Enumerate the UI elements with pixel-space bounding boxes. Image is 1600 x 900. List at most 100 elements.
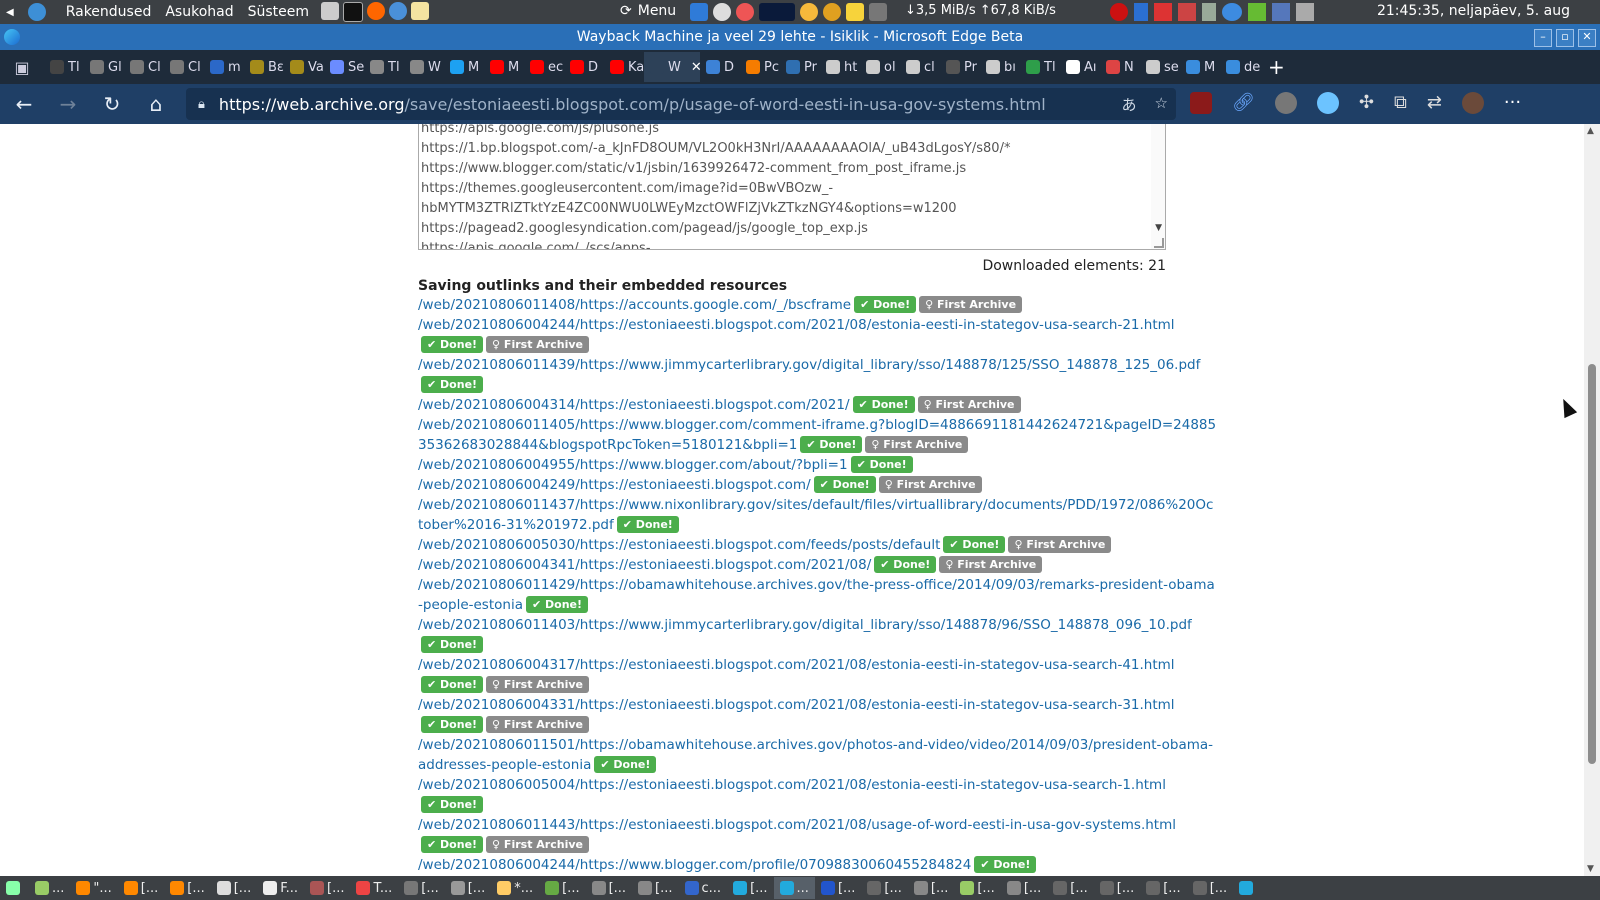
home-button[interactable]: ⌂ [136, 84, 176, 124]
notes-icon[interactable] [846, 3, 864, 21]
taskbar-item[interactable]: [... [727, 877, 773, 899]
qbittorrent-icon[interactable] [1222, 3, 1242, 21]
taskbar-item[interactable]: ... [29, 877, 70, 899]
browser-tab[interactable]: Pr [940, 52, 980, 82]
browser-tab[interactable]: Cl [124, 52, 164, 82]
page-scrollbar[interactable]: ▲ ▼ [1584, 124, 1600, 876]
taskbar-item[interactable] [0, 877, 29, 899]
browser-tab[interactable]: Gl [84, 52, 124, 82]
browser-tab[interactable]: ec [524, 52, 564, 82]
browser-tab[interactable]: Pc [740, 52, 780, 82]
outlink-link[interactable]: /web/20210806011439/https://www.jimmycar… [418, 357, 1200, 373]
scroll-up-arrow-icon[interactable]: ▲ [1587, 126, 1594, 136]
outlink-link[interactable]: /web/20210806004244/https://estoniaeesti… [418, 317, 1175, 333]
system-monitor-icon[interactable] [759, 3, 795, 21]
extension-circle-icon[interactable] [1274, 92, 1297, 114]
firefox-icon[interactable] [367, 2, 386, 20]
clock-app-icon[interactable] [736, 3, 754, 21]
browser-tab[interactable]: Aı [1060, 52, 1100, 82]
menu-button[interactable]: ⟳ Menu [620, 3, 676, 19]
favorite-star-icon[interactable]: ☆ [1155, 94, 1168, 115]
browser-tab[interactable]: D [564, 52, 604, 82]
menu-places[interactable]: Asukohad [165, 4, 233, 20]
scroll-down-arrow-icon[interactable]: ▼ [1587, 864, 1594, 874]
left-arrow-icon[interactable]: ◀ [6, 7, 14, 18]
browser-tab[interactable]: ht [820, 52, 860, 82]
outlink-link[interactable]: /web/20210806004317/https://estoniaeesti… [418, 657, 1175, 673]
taskbar-item[interactable]: F... [257, 877, 304, 899]
browser-tab[interactable]: D [700, 52, 740, 82]
taskbar-item[interactable]: [... [539, 877, 585, 899]
record-icon[interactable] [1110, 3, 1128, 21]
taskbar-item[interactable]: [... [445, 877, 491, 899]
outlink-link[interactable]: /web/20210806011408/https://accounts.goo… [418, 297, 851, 313]
clock[interactable]: 21:45:35, neljapäev, 5. aug [1377, 3, 1570, 19]
chart-icon[interactable] [1272, 3, 1290, 21]
outlink-link[interactable]: /web/20210806011443/https://estoniaeesti… [418, 817, 1176, 833]
browser-tab[interactable]: de [1220, 52, 1260, 82]
avatar[interactable] [1461, 92, 1484, 114]
bluetooth-icon[interactable] [1134, 3, 1148, 21]
browser-tab[interactable]: ol [860, 52, 900, 82]
browser-tab[interactable]: Se [324, 52, 364, 82]
taskbar-item[interactable]: [... [586, 877, 632, 899]
search-icon[interactable] [823, 3, 841, 21]
taskbar-item[interactable]: [... [1001, 877, 1047, 899]
minimize-button[interactable]: – [1534, 29, 1552, 47]
weather-icon[interactable] [713, 3, 731, 21]
outlink-link[interactable]: /web/20210806005004/https://estoniaeesti… [418, 777, 1166, 793]
package-icon[interactable] [1154, 3, 1172, 21]
collections-icon[interactable]: ⧉ [1394, 92, 1407, 114]
new-tab-button[interactable]: + [1268, 55, 1285, 79]
browser-tab[interactable]: m [204, 52, 244, 82]
taskbar-item[interactable]: *... [491, 877, 539, 899]
distro-logo-icon[interactable] [27, 3, 46, 21]
taskbar-item[interactable]: [... [1140, 877, 1186, 899]
browser-tab[interactable]: M [444, 52, 484, 82]
taskbar-item[interactable]: [... [1187, 877, 1233, 899]
window-title-bar[interactable]: Wayback Machine ja veel 29 lehte - Isikl… [0, 24, 1600, 50]
browser-tab[interactable]: Va [284, 52, 324, 82]
browser-tab[interactable]: Cl [164, 52, 204, 82]
menu-applications[interactable]: Rakendused [66, 4, 152, 20]
read-aloud-icon[interactable]: あ [1122, 94, 1137, 115]
battery-icon[interactable] [1296, 3, 1314, 21]
taskbar-item[interactable]: [... [118, 877, 164, 899]
ublock-icon[interactable] [1190, 92, 1212, 114]
taskbar-item[interactable]: [... [398, 877, 444, 899]
outlink-link[interactable]: /web/20210806004331/https://estoniaeesti… [418, 697, 1175, 713]
scrollbar-thumb[interactable] [1588, 364, 1596, 764]
taskbar-item[interactable]: T... [350, 877, 398, 899]
textarea-scrollbar[interactable]: ▼ [1151, 124, 1165, 249]
taskbar-item[interactable]: ... [773, 877, 815, 899]
taskbar-item[interactable] [1233, 877, 1262, 899]
network-icon[interactable] [869, 3, 887, 21]
browser-tab[interactable]: Tl [1020, 52, 1060, 82]
browser-tab[interactable]: Tl [364, 52, 404, 82]
address-bar[interactable]: 🔒︎ https://web.archive.org/save/estoniae… [186, 88, 1176, 120]
browser-tab[interactable]: bı [980, 52, 1020, 82]
url-text[interactable]: https://web.archive.org/save/estoniaeest… [219, 95, 1046, 114]
taskbar-item[interactable]: [... [861, 877, 907, 899]
taskbar-item[interactable]: [... [1047, 877, 1093, 899]
outlink-link[interactable]: /web/20210806011501/https://obamawhiteho… [418, 737, 1213, 773]
link-icon[interactable]: 🔗︎ [1232, 92, 1255, 114]
taskbar-item[interactable]: [... [815, 877, 861, 899]
checkbox-icon[interactable] [690, 3, 708, 21]
taskbar-item[interactable]: [... [211, 877, 257, 899]
resources-textarea[interactable]: https://apis.google.com/js/plusone.js htt… [418, 124, 1166, 250]
taskbar-item[interactable]: [... [304, 877, 350, 899]
browser-tab[interactable]: W [404, 52, 444, 82]
outlink-link[interactable]: /web/20210806004249/https://estoniaeesti… [418, 477, 811, 493]
cloud-icon[interactable] [1316, 92, 1339, 114]
browser-tab[interactable]: N [1100, 52, 1140, 82]
calendar-icon[interactable] [1178, 3, 1196, 21]
taskbar-item[interactable]: c... [679, 877, 728, 899]
menu-system[interactable]: Süsteem [248, 4, 309, 20]
taskbar-item[interactable]: [... [632, 877, 678, 899]
browser-tab[interactable]: cl [900, 52, 940, 82]
close-window-button[interactable]: ✕ [1578, 29, 1596, 47]
taskbar-item[interactable]: [... [1094, 877, 1140, 899]
share-icon[interactable]: ⇄ [1427, 92, 1442, 114]
more-options-icon[interactable]: ··· [1504, 92, 1521, 114]
